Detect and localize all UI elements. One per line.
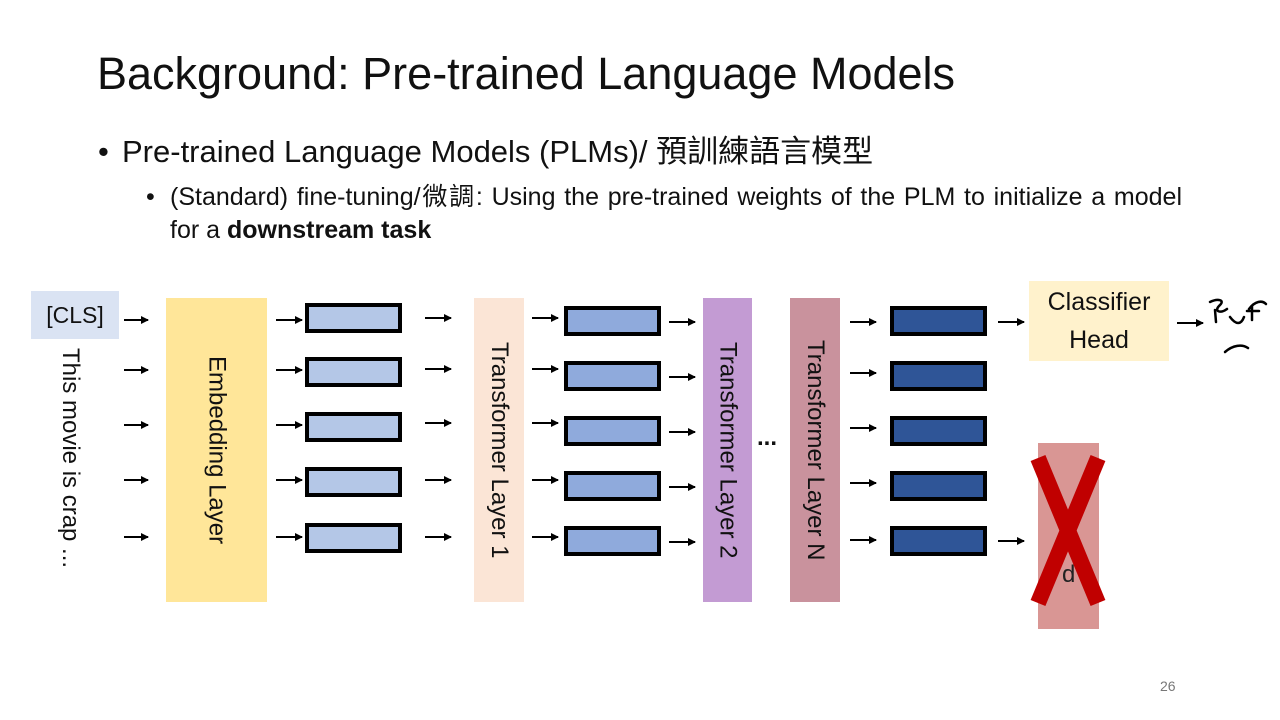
input-arrows (124, 316, 149, 541)
layer1-output-arrows (532, 314, 559, 541)
to-heads-arrows (998, 318, 1204, 545)
layerN-vectors (890, 306, 987, 556)
embedding-vectors (305, 303, 402, 553)
layerN-output-arrows (850, 318, 877, 544)
slide-number: 26 (1160, 678, 1176, 694)
layer1-vectors (564, 306, 661, 556)
cross-icon (1030, 454, 1106, 607)
vector-to-layer1-arrows (425, 314, 452, 541)
embedding-output-arrows (276, 316, 303, 541)
handwritten-scribble (1208, 298, 1268, 354)
vector-to-layer2-arrows (669, 318, 696, 546)
diagram-overlay (124, 298, 1268, 607)
